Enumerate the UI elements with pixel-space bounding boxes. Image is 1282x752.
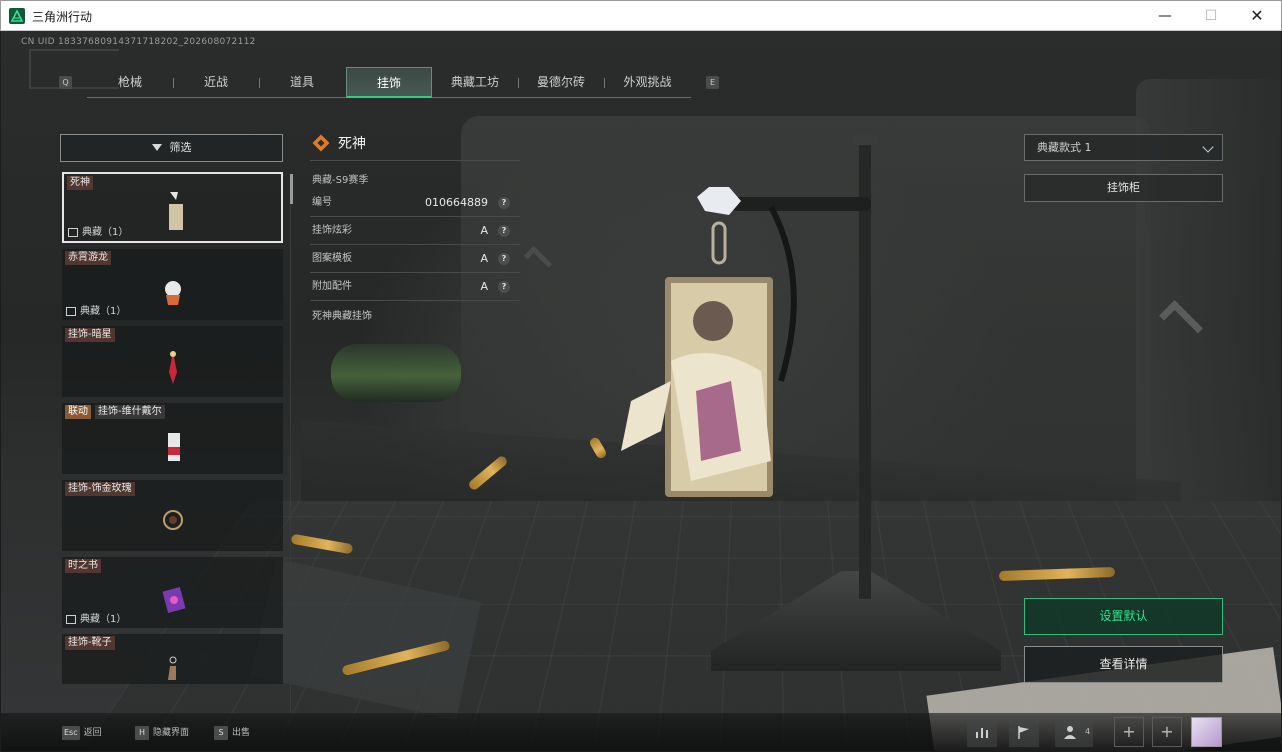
tab-melee[interactable]: 近战 — [173, 67, 259, 98]
list-item-name: 死神 — [67, 176, 93, 190]
set-default-button[interactable]: 设置默认 — [1024, 598, 1223, 635]
avatar[interactable] — [1191, 717, 1222, 747]
stats-button[interactable] — [967, 717, 997, 747]
gallery-icon — [68, 227, 78, 237]
flag-icon — [1018, 726, 1029, 739]
list-scrollbar[interactable] — [290, 174, 293, 204]
tab-mandel-brick[interactable]: 曼德尔砖 — [518, 67, 604, 98]
help-icon[interactable]: ? — [498, 253, 510, 265]
list-item[interactable]: 挂饰-靴子 — [62, 634, 283, 684]
list-item[interactable]: 挂饰-暗星 — [62, 326, 283, 397]
list-item-name: 时之书 — [65, 559, 101, 573]
filter-label: 筛选 — [169, 141, 192, 154]
list-item[interactable]: 挂饰-饰金玫瑰 — [62, 480, 283, 551]
pendant-display — [621, 135, 877, 599]
collab-tag: 联动 — [65, 405, 91, 419]
list-item-name: 挂饰-靴子 — [65, 636, 115, 650]
detail-divider — [310, 300, 520, 301]
squad-count: 4 — [1085, 727, 1091, 736]
window-titlebar: 三角洲行动 — ☐ ✕ — [0, 0, 1282, 31]
detail-row-pendant-color: 挂饰炫彩 A ? — [312, 220, 518, 242]
pendant-thumbnail — [165, 281, 181, 305]
app-logo-icon — [9, 8, 25, 24]
list-item-name: 挂饰-暗星 — [65, 328, 115, 342]
pendant-thumbnail — [162, 587, 186, 613]
help-icon[interactable]: ? — [498, 225, 510, 237]
detail-divider — [310, 244, 520, 245]
detail-row-accessory: 附加配件 A ? — [312, 276, 518, 298]
pendant-thumbnail — [163, 510, 183, 530]
next-tab-key-hint: E — [706, 76, 719, 89]
list-item-name: 挂饰-维什戴尔 — [95, 405, 165, 419]
close-button[interactable]: ✕ — [1234, 1, 1280, 31]
category-tabbar: 枪械 近战 道具 挂饰 典藏工坊 曼德尔砖 外观挑战 — [87, 67, 691, 98]
cn-uid-label: CN UID 18337680914371718202_202608072112 — [21, 37, 256, 47]
detail-season: 典藏-S9赛季 — [312, 175, 369, 186]
flag-button[interactable] — [1009, 717, 1039, 747]
filter-button[interactable]: 筛选 — [60, 134, 283, 162]
list-item[interactable]: 时之书 典藏（1） — [62, 557, 283, 628]
list-item[interactable]: 死神 典藏（1） — [62, 172, 283, 243]
tab-collection-workshop[interactable]: 典藏工坊 — [432, 67, 518, 98]
squad-icon — [1064, 726, 1076, 739]
filter-icon — [151, 143, 162, 151]
pendant-thumbnail — [168, 433, 180, 461]
window-title: 三角洲行动 — [32, 10, 93, 24]
tab-pendants[interactable]: 挂饰 — [346, 67, 432, 98]
tab-items[interactable]: 道具 — [259, 67, 345, 98]
pendant-thumbnail — [169, 192, 183, 230]
detail-divider — [310, 272, 520, 273]
gallery-icon — [66, 306, 76, 316]
detail-row-serial: 编号 010664889 ? — [312, 192, 518, 214]
chevron-down-icon — [1202, 141, 1214, 153]
add-member-button[interactable]: + — [1114, 717, 1144, 747]
sell-hint[interactable]: S 出售 — [214, 725, 250, 740]
tab-firearms[interactable]: 枪械 — [87, 67, 173, 98]
prev-tab-key-hint: Q — [59, 76, 72, 89]
collection-badge: 典藏（1） — [66, 610, 126, 625]
hide-ui-hint[interactable]: H 隐藏界面 — [135, 725, 189, 740]
help-icon[interactable]: ? — [498, 197, 510, 209]
list-item-name: 赤霄游龙 — [65, 251, 111, 265]
pendant-thumbnail — [169, 351, 177, 384]
list-item[interactable]: 联动 挂饰-维什戴尔 — [62, 403, 283, 474]
gallery-icon — [66, 614, 76, 624]
detail-row-pattern-template: 图案模板 A ? — [312, 248, 518, 270]
maximize-button[interactable]: ☐ — [1188, 1, 1234, 31]
detail-title: 死神 — [338, 136, 366, 152]
detail-divider — [310, 160, 520, 161]
list-item[interactable]: 赤霄游龙 典藏（1） — [62, 249, 283, 320]
stats-icon — [976, 728, 988, 738]
background-canister — [331, 344, 461, 402]
collection-badge: 典藏（1） — [66, 302, 126, 317]
add-member-button[interactable]: + — [1152, 717, 1182, 747]
game-scene: CN UID 18337680914371718202_202608072112… — [1, 31, 1281, 751]
back-hint[interactable]: Esc 返回 — [62, 725, 102, 740]
help-icon[interactable]: ? — [498, 281, 510, 293]
minimize-button[interactable]: — — [1142, 1, 1188, 31]
list-item-name: 挂饰-饰金玫瑰 — [65, 482, 135, 496]
detail-divider — [310, 216, 520, 217]
view-details-button[interactable]: 查看详情 — [1024, 646, 1223, 683]
tab-appearance-challenge[interactable]: 外观挑战 — [604, 67, 691, 98]
detail-description: 死神典藏挂饰 — [312, 311, 372, 322]
pendant-cabinet-button[interactable]: 挂饰柜 — [1024, 174, 1223, 202]
diamond-emblem-icon — [312, 134, 330, 152]
pendant-thumbnail — [168, 656, 177, 680]
collection-badge: 典藏（1） — [68, 223, 128, 238]
collection-style-select[interactable]: 典藏款式 1 — [1024, 134, 1223, 161]
list-scroll-track — [290, 174, 291, 714]
